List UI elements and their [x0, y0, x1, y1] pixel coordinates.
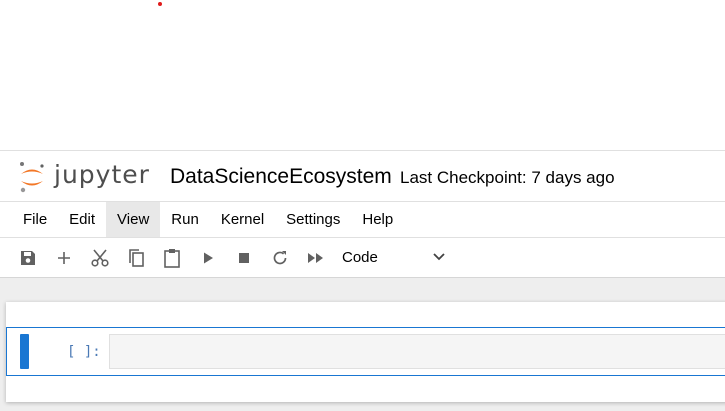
notebook-title[interactable]: DataScienceEcosystem	[170, 165, 392, 189]
cell-collapser[interactable]	[20, 334, 29, 369]
cell-type-select[interactable]: Code	[342, 244, 448, 272]
save-button[interactable]	[10, 243, 46, 273]
notebook-header: jupyter DataScienceEcosystem Last Checkp…	[0, 150, 725, 202]
menu-run[interactable]: Run	[160, 202, 210, 237]
code-cell[interactable]: [ ]:	[6, 327, 725, 376]
cut-button[interactable]	[82, 243, 118, 273]
jupyter-wordmark: jupyter	[54, 159, 150, 189]
cell-type-value: Code	[342, 249, 378, 266]
input-prompt: [ ]:	[67, 344, 101, 360]
interrupt-button[interactable]	[226, 243, 262, 273]
paste-icon	[163, 248, 181, 268]
chevron-down-icon	[432, 249, 446, 266]
run-icon	[201, 251, 215, 265]
menu-help[interactable]: Help	[351, 202, 404, 237]
restart-icon	[271, 249, 289, 267]
menu-view[interactable]: View	[106, 202, 161, 237]
stop-icon	[237, 251, 251, 265]
restart-button[interactable]	[262, 243, 298, 273]
menu-bar: File Edit View Run Kernel Settings Help	[0, 202, 725, 238]
notebook-toolbar: Code	[0, 238, 725, 278]
jupyter-page: jupyter DataScienceEcosystem Last Checkp…	[0, 0, 725, 411]
last-checkpoint: Last Checkpoint: 7 days ago	[400, 168, 615, 187]
paste-button[interactable]	[154, 243, 190, 273]
menu-kernel[interactable]: Kernel	[210, 202, 275, 237]
copy-icon	[127, 248, 145, 268]
jupyter-logo[interactable]: jupyter	[18, 159, 150, 195]
cell-editor[interactable]	[109, 334, 725, 369]
run-button[interactable]	[190, 243, 226, 273]
cursor-dot	[158, 2, 162, 6]
save-icon	[19, 249, 37, 267]
menu-file[interactable]: File	[12, 202, 58, 237]
menu-settings[interactable]: Settings	[275, 202, 351, 237]
cut-icon	[90, 248, 110, 268]
menu-edit[interactable]: Edit	[58, 202, 106, 237]
add-icon	[56, 250, 72, 266]
fast-forward-icon	[307, 251, 325, 265]
jupyter-logo-icon	[18, 160, 46, 194]
copy-button[interactable]	[118, 243, 154, 273]
restart-run-all-button[interactable]	[298, 243, 334, 273]
insert-cell-button[interactable]	[46, 243, 82, 273]
